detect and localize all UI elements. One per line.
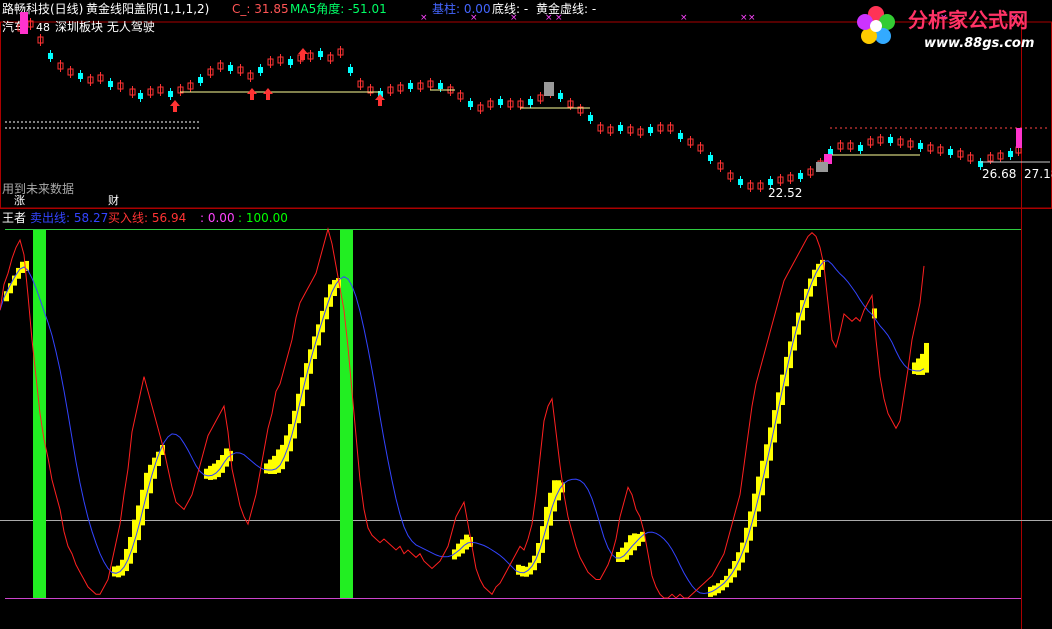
c-label: C_: 31.85: [232, 2, 289, 16]
chart-root: 路畅科技(日线) 黄金线阳盖阴 (1,1,1,2) C_: 31.85 MA5角…: [0, 1, 1052, 629]
logo-url: www.88gs.com: [924, 36, 1034, 51]
sector-num: 48: [36, 21, 50, 34]
indicator-name: 黄金线阳盖阴: [86, 1, 158, 16]
cross-marker-icon: ×: [680, 13, 688, 23]
cross-marker-icon: ×: [740, 13, 748, 23]
main-panel-frame: [0, 21, 1052, 209]
green-signal-bar: [340, 230, 353, 598]
site-logo: 分析家公式网 www.88gs.com: [857, 6, 1034, 51]
yellow-block: [872, 308, 877, 319]
cross-marker-icon: ×: [748, 13, 756, 23]
future-data-text: 用到未来数据: [2, 181, 74, 196]
buy-arrow-icon: [170, 100, 180, 112]
buy-arrow-icon: [298, 48, 308, 60]
sub-header: 王者 卖出线: 58.27 买入线: 56.94 : 0.00 : 100.00: [2, 211, 288, 225]
buy-arrow-icon: [247, 88, 257, 100]
buy-arrow-icon: [263, 88, 273, 100]
sell-line-label: 卖出线: 58.27: [30, 211, 108, 225]
cross-marker-icon: ×: [470, 13, 478, 23]
grey-candle: [816, 162, 828, 172]
indicator-params: (1,1,1,2): [158, 2, 209, 16]
right-price-label-1: 26.68: [982, 167, 1016, 181]
green-bars: [33, 230, 353, 598]
zhang-tag: 涨: [14, 194, 25, 207]
buy-arrow-icon: [375, 94, 385, 106]
yellow-blocks: [4, 259, 929, 597]
logo-title: 分析家公式网: [908, 8, 1028, 32]
highlight-candle: [20, 12, 28, 34]
cross-marker-icon: ×: [510, 13, 518, 23]
sub-panel: [0, 227, 929, 599]
block-text: 深圳板块 无人驾驶: [55, 19, 155, 34]
cross-marker-icon: ×: [420, 13, 428, 23]
low-price-label: 22.52: [768, 186, 802, 200]
highlight-candle: [1016, 128, 1022, 148]
yellow-block: [924, 342, 929, 373]
ma5-label: MA5角度: -51.01: [290, 1, 387, 16]
cross-marker-icon: ×: [555, 13, 563, 23]
cai-tag: 财: [108, 193, 119, 207]
grey-candle: [544, 82, 554, 96]
main-header: 路畅科技(日线) 黄金线阳盖阴 (1,1,1,2) C_: 31.85 MA5角…: [2, 1, 596, 16]
marker-group: ×××××××××××: [5, 12, 1050, 172]
buy-line-label: 买入线: 56.94: [108, 211, 186, 225]
green-label: : 100.00: [238, 211, 288, 225]
base-label: 基柱: 0.00: [432, 1, 491, 16]
flower-icon: [857, 6, 895, 44]
right-price-label-2: 27.18: [1024, 167, 1052, 181]
pink-label: : 0.00: [200, 211, 235, 225]
cross-marker-icon: ×: [545, 13, 553, 23]
sub-panel-name: 王者: [2, 211, 26, 225]
stock-name: 路畅科技(日线): [2, 1, 83, 16]
